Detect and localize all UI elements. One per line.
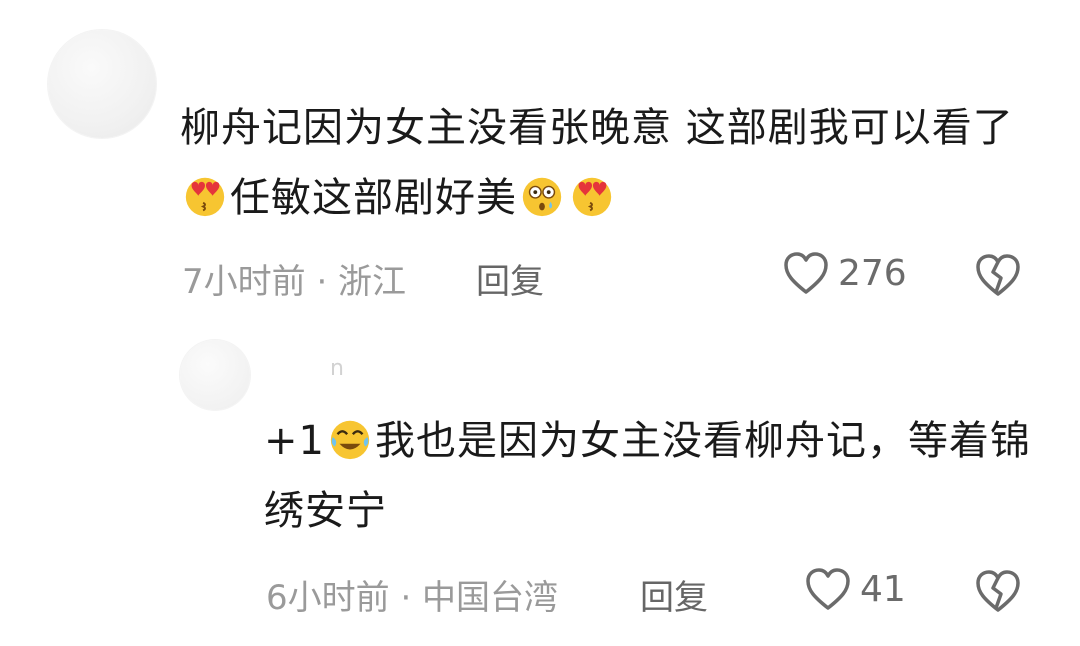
avatar[interactable]	[48, 30, 156, 138]
comment-text-prefix: +1	[264, 418, 325, 464]
tears-of-joy-emoji	[330, 420, 370, 460]
reply-avatar[interactable]	[180, 340, 250, 410]
heart-eyes-kiss-emoji	[185, 177, 225, 217]
comment-text: 柳舟记因为女主没看张晚意 这部剧我可以看了 任敏这部剧好美	[180, 93, 1040, 233]
heart-icon	[784, 252, 828, 294]
comment-text-part: 柳舟记因为女主没看张晚意 这部剧我可以看了	[180, 105, 1014, 151]
reply-username[interactable]: n	[330, 356, 346, 381]
heart-eyes-kiss-emoji	[572, 177, 612, 217]
reply-meta: 6小时前 · 中国台湾	[266, 578, 559, 618]
like-button[interactable]: 276	[782, 250, 907, 296]
reply-button[interactable]: 回复	[476, 254, 544, 303]
like-count: 41	[860, 568, 906, 610]
like-count: 276	[838, 252, 907, 294]
shocked-tear-emoji	[522, 177, 562, 217]
broken-heart-icon[interactable]	[974, 252, 1022, 298]
reply-button[interactable]: 回复	[640, 570, 708, 619]
comment-text-part: 我也是因为女主没看柳舟记，等着锦绣安宁	[264, 418, 1031, 534]
comment-meta: 7小时前 · 浙江	[182, 262, 407, 302]
comment-text-part: 任敏这部剧好美	[230, 175, 517, 221]
broken-heart-icon[interactable]	[974, 568, 1022, 614]
heart-icon	[806, 568, 850, 610]
like-button[interactable]: 41	[804, 566, 906, 612]
reply-comment-text: +1 我也是因为女主没看柳舟记，等着锦绣安宁	[264, 406, 1044, 546]
